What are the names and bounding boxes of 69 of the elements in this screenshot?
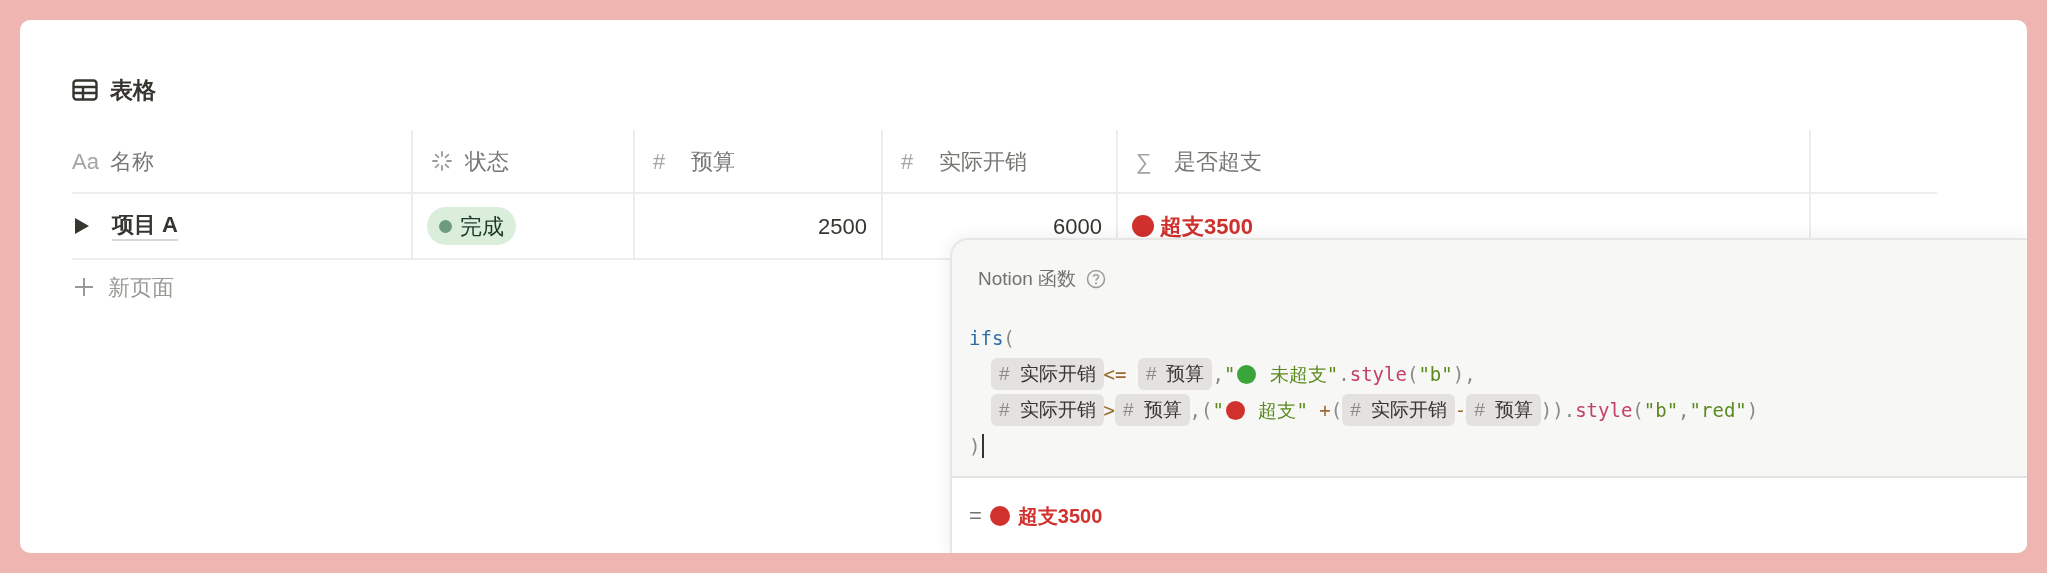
code-function: ifs	[969, 325, 1004, 351]
code-punctuation: ,	[1678, 397, 1690, 423]
property-chip[interactable]: # 实际开销	[991, 358, 1104, 390]
chip-label: 实际开销	[1019, 397, 1096, 422]
code-string: "	[1212, 397, 1224, 423]
equals-sign: =	[969, 502, 982, 530]
plus-icon	[74, 277, 94, 297]
number-type-icon: #	[1350, 395, 1361, 425]
formula-result: 超支3500	[1160, 212, 1253, 241]
code-punctuation: ,(	[1189, 397, 1213, 423]
code-string: "b"	[1418, 361, 1453, 387]
column-header[interactable]: 名称	[110, 144, 154, 178]
code-punctuation: )	[969, 433, 981, 459]
code-punctuation: .	[1338, 361, 1350, 387]
column-type-icon: ∑	[1136, 144, 1162, 178]
actual-cost-cell-text: 6000	[1053, 212, 1102, 241]
code-string: 超支"	[1257, 397, 1309, 423]
text-cursor	[982, 434, 985, 458]
column-type-icon: #	[653, 144, 679, 178]
number-type-icon: #	[1145, 359, 1157, 389]
code-punctuation: )).	[1540, 397, 1576, 423]
chip-label: 预算	[1166, 361, 1205, 386]
column-type-icon: Aa	[72, 144, 98, 178]
formula-preview: 超支3500	[1017, 503, 1103, 529]
code-operator: -	[1454, 397, 1467, 423]
property-chip[interactable]: # 实际开销	[991, 394, 1104, 426]
code-punctuation: (	[1003, 325, 1015, 351]
column-header[interactable]: 实际开销	[939, 144, 1027, 178]
table-icon	[72, 79, 98, 101]
code-string: "	[1223, 361, 1236, 387]
status-tag[interactable]: 完成	[427, 207, 516, 245]
property-chip[interactable]: # 预算	[1115, 394, 1190, 426]
chip-label: 预算	[1143, 397, 1182, 422]
number-type-icon: #	[999, 395, 1010, 425]
number-type-icon: #	[1123, 395, 1134, 425]
chip-label: 实际开销	[1019, 361, 1096, 386]
expand-toggle-icon[interactable]	[74, 217, 90, 235]
code-operator: <=	[1103, 361, 1128, 387]
property-chip[interactable]: # 预算	[1466, 394, 1541, 426]
chip-label: 实际开销	[1370, 397, 1447, 422]
chip-label: 预算	[1494, 397, 1533, 422]
column-header[interactable]: 状态	[465, 144, 509, 178]
property-chip[interactable]: # 预算	[1137, 358, 1213, 390]
code-punctuation: )	[1746, 397, 1759, 423]
column-type-icon: #	[901, 144, 927, 178]
code-punctuation: ,	[1212, 361, 1224, 387]
column-header[interactable]: 是否超支	[1174, 144, 1262, 178]
code-punctuation: (	[1330, 397, 1343, 423]
code-operator: >	[1103, 397, 1116, 423]
code-operator: +	[1319, 397, 1331, 423]
row-title[interactable]: 项目 A	[112, 211, 178, 241]
code-punctuation: (	[1406, 361, 1419, 387]
code-string: "b"	[1643, 397, 1679, 423]
code-string: "red"	[1689, 397, 1747, 423]
number-type-icon: #	[999, 359, 1010, 389]
code-method: style	[1349, 361, 1407, 387]
help-icon[interactable]	[1086, 269, 1107, 289]
code-method: style	[1575, 397, 1633, 423]
code-punctuation: ),	[1452, 361, 1476, 387]
number-type-icon: #	[1474, 395, 1485, 425]
code-string: 未超支"	[1268, 361, 1339, 387]
status-label: 完成	[460, 212, 504, 241]
property-chip[interactable]: # 实际开销	[1342, 394, 1455, 426]
code-punctuation: (	[1632, 397, 1644, 423]
budget-cell-text: 2500	[818, 212, 867, 241]
view-title[interactable]: 表格	[110, 72, 156, 108]
popup-title: Notion 函数	[978, 266, 1077, 291]
loading-icon	[431, 150, 453, 172]
column-header[interactable]: 预算	[691, 144, 735, 178]
